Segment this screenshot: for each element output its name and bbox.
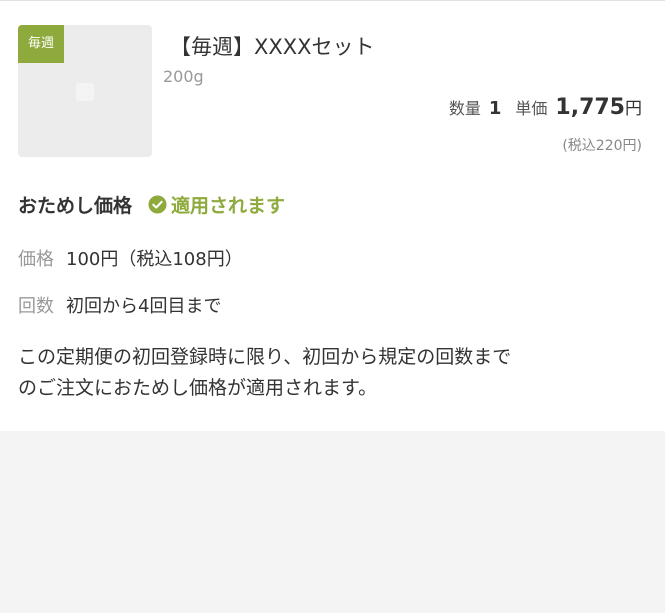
trial-count-info: 回数 初回から4回目まで xyxy=(18,292,221,318)
image-placeholder-icon xyxy=(76,83,94,101)
frequency-badge: 毎週 xyxy=(18,25,64,63)
check-circle-icon xyxy=(148,195,167,214)
unit-price-value: 1,775 xyxy=(555,95,625,120)
tax-included-price: (税込220円) xyxy=(562,138,642,154)
trial-price-label: おためし価格 xyxy=(18,195,133,217)
trial-price-info-value: 100円（税込108円） xyxy=(66,249,243,270)
trial-description: この定期便の初回登録時に限り、初回から規定の回数まで のご注文におためし価格が適… xyxy=(18,342,638,404)
trial-price-info-label: 価格 xyxy=(18,249,54,270)
trial-count-value: 初回から4回目まで xyxy=(66,296,222,317)
trial-price-row: おためし価格 適用されます xyxy=(18,191,285,218)
trial-description-line: この定期便の初回登録時に限り、初回から規定の回数まで xyxy=(18,346,512,368)
trial-count-label: 回数 xyxy=(18,296,54,317)
trial-description-line: のご注文におためし価格が適用されます。 xyxy=(18,377,378,399)
unit-price-label: 単価 xyxy=(515,99,548,118)
product-title: 【毎週】XXXXセット xyxy=(170,35,375,59)
trial-price-info: 価格 100円（税込108円） xyxy=(18,245,243,271)
product-weight: 200g xyxy=(163,67,204,86)
trial-status: 適用されます xyxy=(171,195,286,217)
product-card: 毎週 【毎週】XXXXセット 200g 数量 1 単価 1,775円 (税込220円)… xyxy=(0,0,665,431)
quantity-price-row: 数量 1 単価 1,775円 xyxy=(449,94,642,120)
currency-unit: 円 xyxy=(625,99,642,119)
quantity-value: 1 xyxy=(488,98,502,119)
quantity-label: 数量 xyxy=(448,99,481,118)
